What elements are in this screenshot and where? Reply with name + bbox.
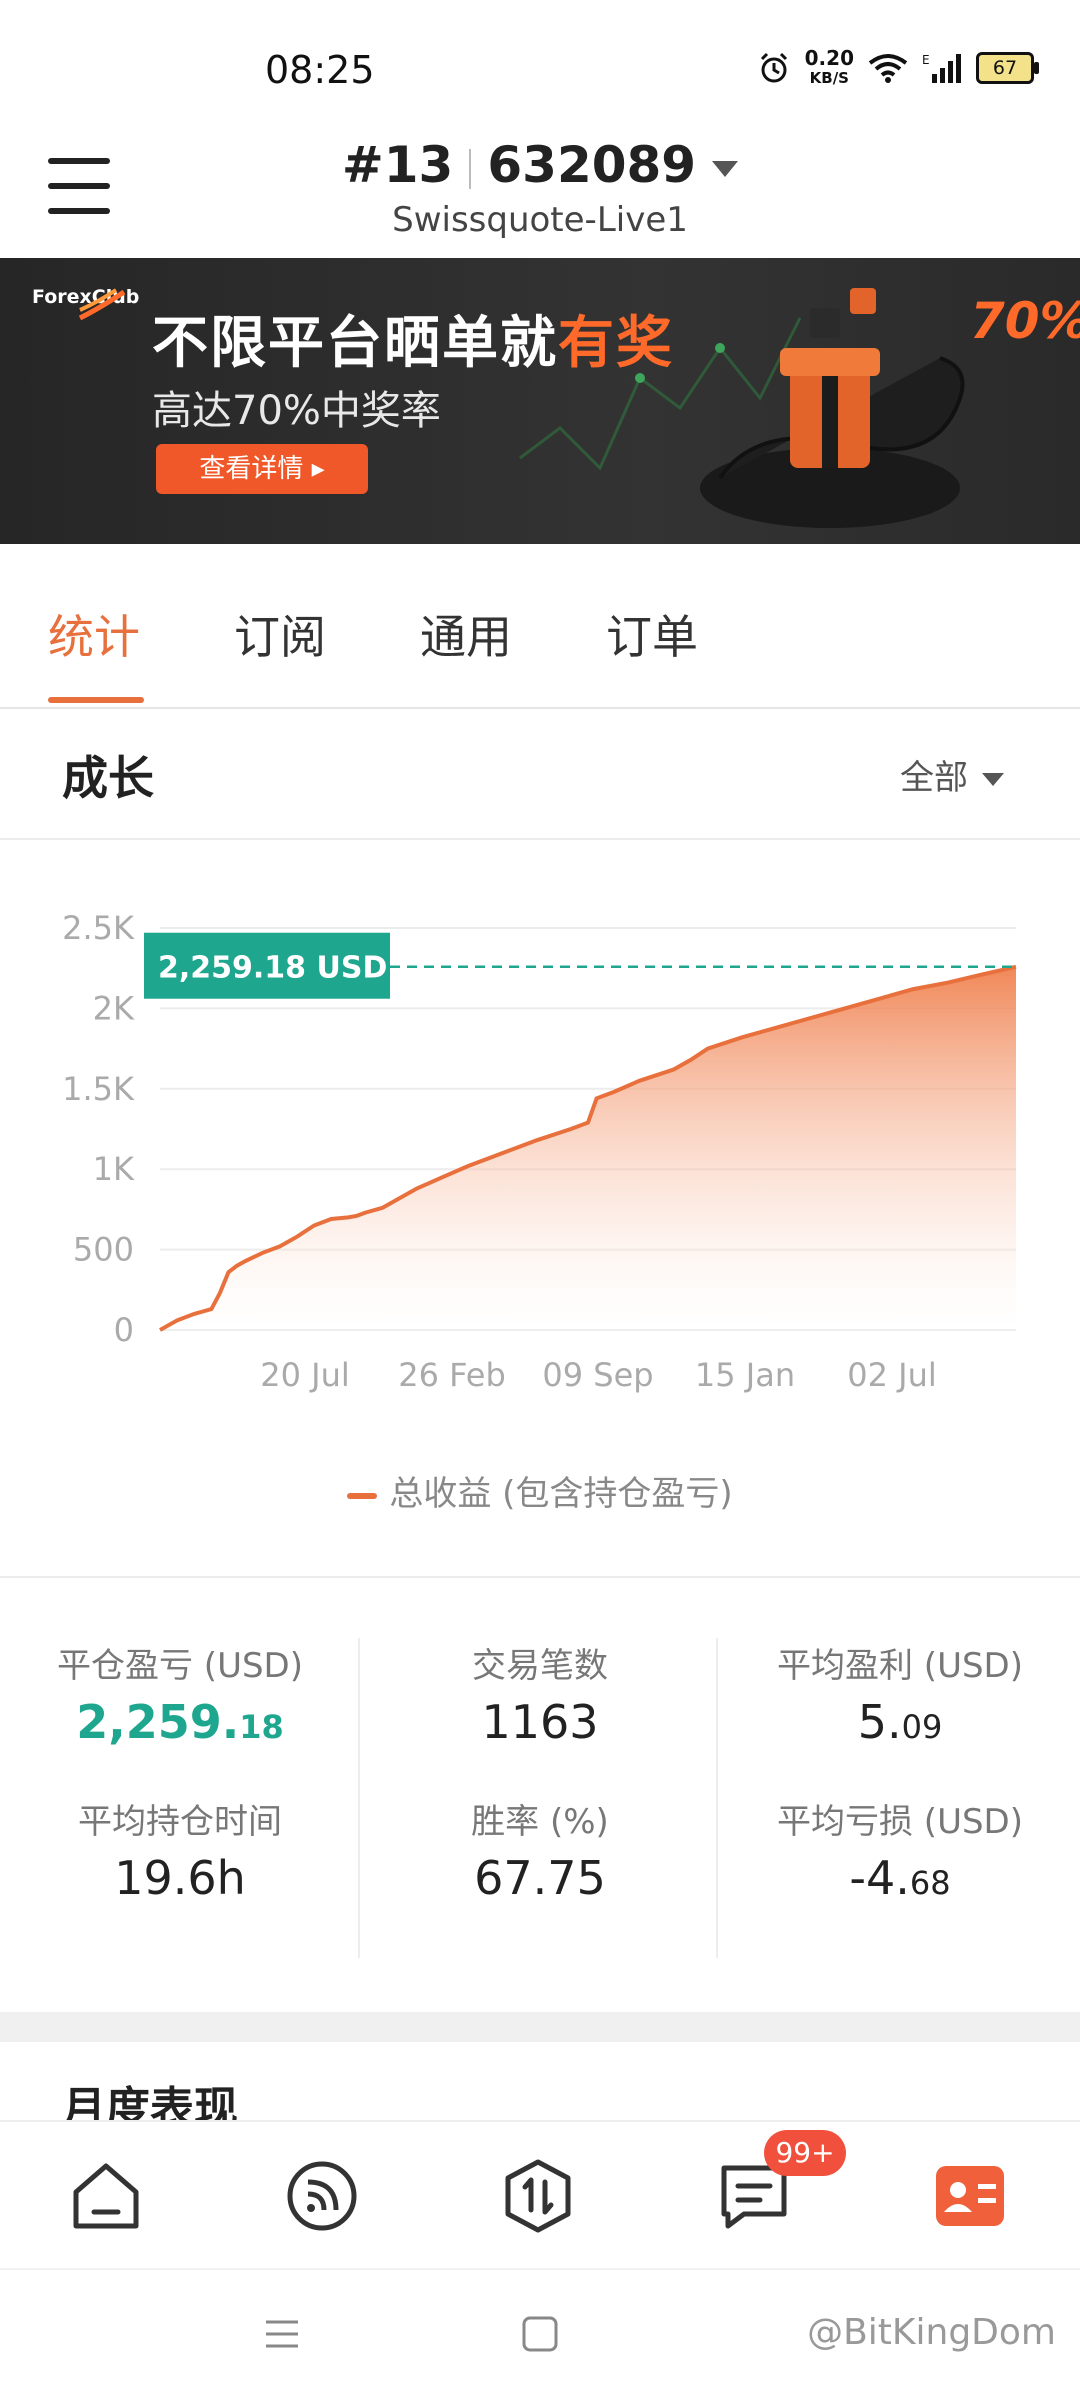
profile-card-icon[interactable]	[930, 2156, 1010, 2236]
trade-icon[interactable]	[498, 2156, 578, 2236]
stat-win-rate: 胜率 (%) 67.75	[471, 1802, 609, 1905]
section-gap	[0, 2012, 1080, 2042]
chart-x-tick-label: 15 Jan	[695, 1356, 795, 1394]
chart-y-tick-label: 1K	[93, 1150, 135, 1188]
status-icons: 0.20 KB/S E 67	[757, 46, 1039, 88]
banner-title: 不限平台晒单就有奖	[152, 311, 674, 376]
stats-grid: 平仓盈亏 (USD) 2,259.18 交易笔数 1163 平均盈利 (USD)…	[0, 1610, 1080, 2010]
tab-subscribe[interactable]: 订阅	[234, 601, 326, 667]
tab-orders[interactable]: 订单	[606, 601, 698, 667]
svg-text:E: E	[922, 53, 930, 67]
chevron-down-icon	[982, 773, 1004, 786]
battery-indicator: 67	[976, 52, 1039, 84]
account-id: 632089	[487, 136, 697, 194]
growth-chart: 0 500 1K 1.5K 2K 2.5K 20 Jul 26 Feb 09 Sep 15 Ja…	[62, 909, 1017, 1394]
status-time: 08:25	[265, 48, 375, 92]
chart-x-tick-label: 20 Jul	[260, 1356, 350, 1394]
chart-y-tick-label: 500	[73, 1231, 134, 1269]
section-divider	[0, 1576, 1080, 1578]
account-selector[interactable]: #13 632089	[0, 136, 1080, 194]
tab-bar: 统计 订阅 通用 订单	[0, 545, 1080, 709]
recents-icon[interactable]	[262, 2314, 302, 2354]
chart-legend[interactable]: 总收益 (包含持仓盈亏)	[0, 1466, 1080, 1515]
stat-avg-loss: 平均亏损 (USD) -4.68	[777, 1802, 1023, 1905]
chart-y-tick-label: 2K	[93, 989, 135, 1027]
banner-subtitle: 高达70%中奖率	[152, 388, 441, 434]
stat-avg-profit: 平均盈利 (USD) 5.09	[777, 1646, 1023, 1749]
home-icon[interactable]	[66, 2156, 146, 2236]
chart-x-tick-label: 09 Sep	[542, 1356, 653, 1394]
banner-percent-badge: 70%	[970, 292, 1080, 350]
chart-y-tick-label: 2.5K	[62, 909, 135, 947]
wifi-icon	[868, 54, 908, 83]
chevron-down-icon	[712, 160, 739, 177]
promo-banner[interactable]: ForexClub 不限平台晒单就有奖 高达70%中奖率 查看详情 ▸ 70%	[0, 258, 1080, 544]
legend-swatch	[347, 1492, 378, 1499]
forexclub-logo-mark	[78, 288, 126, 321]
gift-box-illustration: 70%	[700, 288, 1080, 528]
tab-general[interactable]: 通用	[420, 601, 512, 667]
watermark: @BitKingDom	[807, 2312, 1056, 2353]
chart-area-fill	[160, 966, 1016, 1330]
message-badge: 99+	[764, 2130, 846, 2176]
chart-current-value-label: 2,259.18 USD	[158, 951, 387, 986]
account-number: #13	[341, 136, 454, 194]
chart-x-tick-label: 02 Jul	[847, 1356, 937, 1394]
growth-title: 成长	[62, 751, 154, 805]
server-name: Swissquote-Live1	[392, 200, 688, 240]
banner-details-button[interactable]: 查看详情 ▸	[156, 444, 368, 494]
chart-x-tick-label: 26 Feb	[398, 1356, 506, 1394]
chart-y-tick-label: 1.5K	[62, 1070, 135, 1108]
tab-statistics[interactable]: 统计	[48, 601, 140, 667]
chart-y-tick-label: 0	[114, 1311, 134, 1349]
network-speed: 0.20 KB/S	[804, 46, 854, 87]
bottom-nav	[0, 2120, 1080, 2270]
stat-avg-hold-time: 平均持仓时间 19.6h	[78, 1802, 282, 1905]
alarm-icon	[760, 52, 787, 83]
stat-trade-count: 交易笔数 1163	[472, 1646, 608, 1749]
active-tab-indicator	[48, 697, 144, 703]
signal-icon: E	[922, 53, 961, 83]
growth-filter-dropdown[interactable]: 全部	[900, 750, 1004, 799]
stat-closed-pnl: 平仓盈亏 (USD) 2,259.18	[57, 1646, 303, 1749]
feed-icon[interactable]	[282, 2156, 362, 2236]
home-square-icon[interactable]	[520, 2314, 560, 2354]
